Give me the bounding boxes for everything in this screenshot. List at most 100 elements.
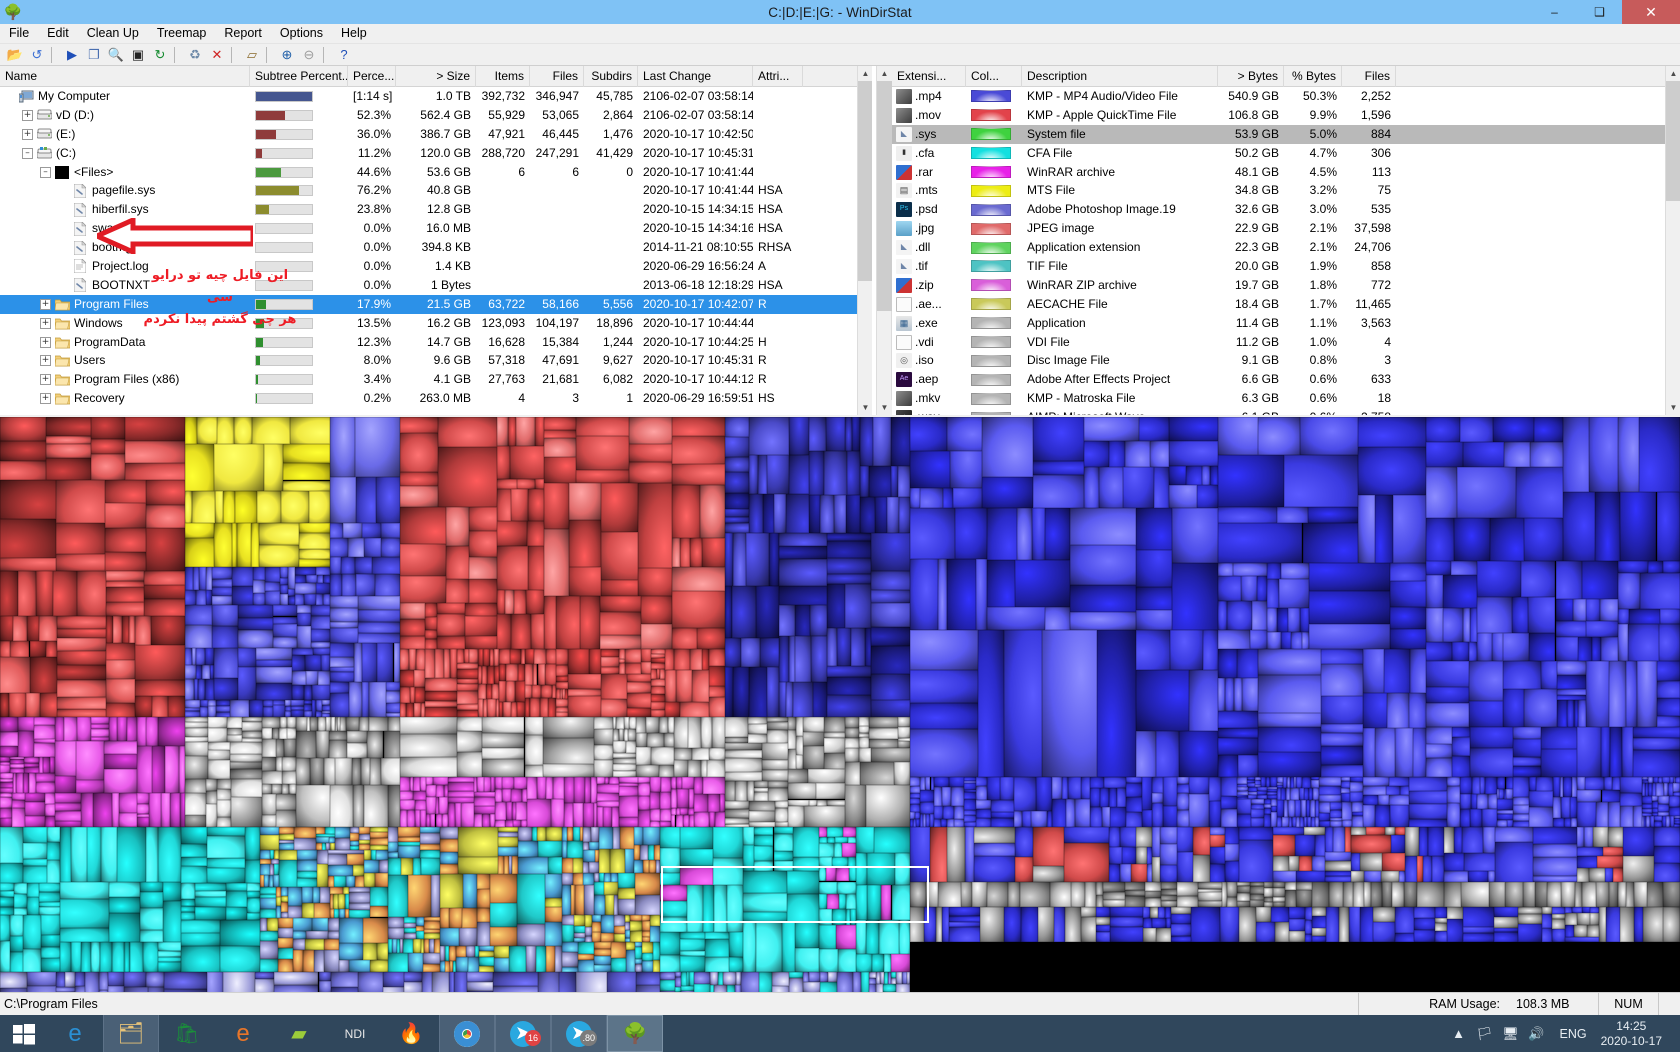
treemap-tile[interactable] bbox=[476, 874, 490, 889]
treemap-tile[interactable] bbox=[1654, 845, 1680, 864]
treemap-tile[interactable] bbox=[1096, 916, 1111, 925]
treemap-tile[interactable] bbox=[1176, 827, 1194, 853]
treemap-tile[interactable] bbox=[277, 937, 293, 948]
treemap-tile[interactable] bbox=[627, 673, 652, 683]
treemap-tile[interactable] bbox=[388, 917, 405, 929]
treemap-tile[interactable] bbox=[40, 934, 60, 947]
treemap-tile[interactable] bbox=[611, 957, 626, 972]
treemap-tile[interactable] bbox=[836, 866, 850, 882]
treemap-tile[interactable] bbox=[57, 651, 106, 665]
treemap-tile[interactable] bbox=[13, 615, 28, 641]
treemap-tile[interactable] bbox=[260, 909, 276, 918]
treemap-tile[interactable] bbox=[725, 522, 749, 534]
treemap-tile[interactable] bbox=[978, 629, 1004, 777]
treemap-tile[interactable] bbox=[1126, 782, 1143, 798]
treemap-tile[interactable] bbox=[531, 684, 541, 698]
treemap-tile[interactable] bbox=[362, 917, 388, 943]
treemap-tile[interactable] bbox=[880, 884, 892, 920]
treemap-tile[interactable] bbox=[674, 760, 688, 777]
treemap-tile[interactable] bbox=[910, 417, 948, 451]
treemap-tile[interactable] bbox=[1251, 818, 1264, 827]
treemap-tile[interactable] bbox=[280, 585, 289, 594]
treemap-tile[interactable] bbox=[803, 746, 825, 769]
treemap-tile[interactable] bbox=[598, 849, 611, 874]
treemap-tile[interactable] bbox=[297, 859, 318, 871]
treemap-tile[interactable] bbox=[330, 785, 354, 827]
treemap-tile[interactable] bbox=[987, 777, 1001, 801]
treemap-tile[interactable] bbox=[627, 692, 652, 708]
treemap-tile[interactable] bbox=[590, 827, 599, 842]
treemap-tile[interactable] bbox=[502, 777, 514, 789]
treemap-tile[interactable] bbox=[1596, 882, 1610, 907]
treemap-tile[interactable] bbox=[975, 777, 988, 786]
treemap-tile[interactable] bbox=[548, 857, 563, 875]
treemap-tile[interactable] bbox=[1237, 755, 1259, 777]
treemap-tile[interactable] bbox=[636, 764, 659, 777]
treemap-tile[interactable] bbox=[358, 717, 369, 731]
treemap-tile[interactable] bbox=[1217, 455, 1284, 507]
treemap-tile[interactable] bbox=[1096, 924, 1111, 932]
treemap-tile[interactable] bbox=[1160, 882, 1177, 890]
treemap-tile[interactable] bbox=[1217, 755, 1238, 777]
treemap-tile[interactable] bbox=[273, 616, 298, 625]
treemap-tile[interactable] bbox=[329, 886, 344, 895]
treemap-tile[interactable] bbox=[125, 417, 185, 442]
treemap-tile[interactable] bbox=[420, 849, 440, 859]
treemap-tile[interactable] bbox=[832, 908, 846, 925]
treemap-tile[interactable] bbox=[482, 717, 525, 733]
treemap-tile[interactable] bbox=[707, 760, 725, 777]
treemap-tile[interactable] bbox=[708, 686, 725, 697]
treemap-tile[interactable] bbox=[294, 593, 305, 605]
treemap-tile[interactable] bbox=[1357, 494, 1375, 563]
treemap-tile[interactable] bbox=[457, 691, 478, 705]
treemap-tile[interactable] bbox=[246, 890, 260, 899]
treemap-tile[interactable] bbox=[469, 506, 498, 531]
treemap-tile[interactable] bbox=[260, 835, 279, 850]
treemap-tile[interactable] bbox=[355, 574, 375, 596]
treemap-tile[interactable] bbox=[896, 983, 910, 992]
treemap-tile[interactable] bbox=[1069, 611, 1136, 630]
treemap-tile[interactable] bbox=[1387, 692, 1409, 728]
treemap-tile[interactable] bbox=[871, 646, 910, 675]
treemap-tile[interactable] bbox=[1249, 629, 1267, 649]
treemap-tile[interactable] bbox=[320, 654, 330, 672]
treemap-tile[interactable] bbox=[497, 836, 519, 847]
treemap-tile[interactable] bbox=[1617, 623, 1629, 662]
dir-column-header[interactable]: Last Change bbox=[638, 66, 753, 87]
treemap-tile[interactable] bbox=[1642, 795, 1653, 805]
treemap-tile[interactable] bbox=[1617, 572, 1640, 610]
treemap-tile[interactable] bbox=[361, 643, 378, 682]
treemap-tile[interactable] bbox=[1224, 860, 1240, 882]
treemap-tile[interactable] bbox=[860, 465, 869, 497]
treemap-tile[interactable] bbox=[104, 753, 137, 770]
treemap-tile[interactable] bbox=[104, 480, 146, 504]
treemap-tile[interactable] bbox=[975, 809, 991, 818]
treemap-tile[interactable] bbox=[318, 972, 332, 982]
treemap-tile[interactable] bbox=[755, 585, 780, 639]
treemap-tile[interactable] bbox=[400, 506, 446, 545]
treemap-tile[interactable] bbox=[818, 827, 827, 838]
treemap-tile[interactable] bbox=[208, 705, 217, 717]
treemap-tile[interactable] bbox=[875, 983, 884, 992]
treemap-tile[interactable] bbox=[933, 818, 941, 827]
treemap-tile[interactable] bbox=[699, 484, 725, 538]
treemap-tile[interactable] bbox=[1350, 852, 1361, 871]
treemap-tile[interactable] bbox=[1069, 584, 1136, 612]
expand-node-icon[interactable]: + bbox=[22, 128, 33, 140]
treemap-tile[interactable] bbox=[280, 593, 289, 605]
treemap-tile[interactable] bbox=[33, 717, 56, 726]
minimize-button[interactable]: – bbox=[1532, 0, 1577, 24]
treemap-tile[interactable] bbox=[1493, 917, 1519, 928]
treemap-tile[interactable] bbox=[457, 709, 478, 717]
treemap-tile[interactable] bbox=[304, 593, 316, 605]
treemap-tile[interactable] bbox=[469, 530, 498, 557]
treemap-tile[interactable] bbox=[837, 948, 856, 972]
treemap-tile[interactable] bbox=[1469, 607, 1477, 642]
treemap-tile[interactable] bbox=[400, 575, 446, 604]
treemap-tile[interactable] bbox=[1656, 716, 1680, 727]
treemap-tile[interactable] bbox=[296, 730, 316, 759]
treemap-tile[interactable] bbox=[1452, 755, 1470, 777]
treemap-tile[interactable] bbox=[897, 726, 910, 738]
treemap-tile[interactable] bbox=[315, 593, 324, 605]
treemap-tile[interactable] bbox=[1533, 856, 1578, 876]
